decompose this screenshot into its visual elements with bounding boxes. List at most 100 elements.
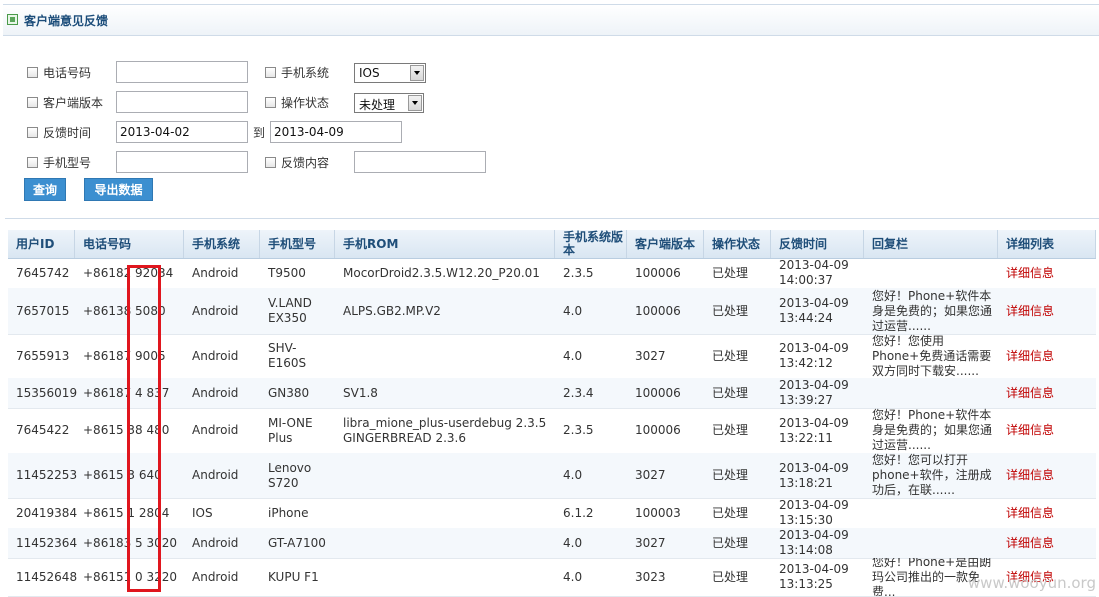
cell-model: MI-ONE Plus <box>268 415 313 445</box>
phone-input[interactable] <box>116 61 248 83</box>
status-checkbox[interactable] <box>265 97 276 108</box>
cell-user-id: 20419384 <box>16 505 78 520</box>
cell-client-version: 3027 <box>635 348 666 363</box>
content-checkbox[interactable] <box>265 157 276 168</box>
cell-client-version: 3027 <box>635 468 666 482</box>
cell-reply: 您好！Phone+软件本身是免费的；如果您通过运营...... <box>872 288 993 333</box>
cell-detail-link[interactable]: 详细信息 <box>998 378 1096 408</box>
cell-os-version: 4.0 <box>563 468 583 482</box>
feedback-time-label: 反馈时间 <box>43 126 92 140</box>
cell-user-id: 7657015 <box>16 303 70 318</box>
cell-feedback-time: 2013-04-09 13:18:21 <box>779 460 849 490</box>
cell-phone-number: +8615 1 2804 <box>83 505 170 520</box>
column-header-feedback-time: 反馈时间 <box>771 230 864 258</box>
table-row: 11452648 +86151 0 3220 Android KUPU F1 4.0 30… <box>8 558 1096 597</box>
cell-model: KUPU F1 <box>268 569 319 584</box>
cell-feedback-time: 2013-04-09 13:15:30 <box>779 498 849 527</box>
cell-detail-link[interactable]: 详细信息 <box>998 258 1096 288</box>
cell-os: Android <box>192 348 239 363</box>
cell-os: Android <box>192 423 239 437</box>
client-version-input[interactable] <box>116 91 248 113</box>
query-button[interactable]: 查询 <box>24 178 66 201</box>
date-to-label: 到 <box>253 126 266 140</box>
client-version-checkbox[interactable] <box>27 97 38 108</box>
cell-feedback-time: 2013-04-09 13:14:08 <box>779 528 849 557</box>
page-header: 客户端意见反馈 <box>3 4 1099 36</box>
cell-client-version: 100006 <box>635 303 681 318</box>
column-header-user-id: 用户ID <box>8 230 75 258</box>
cell-client-version: 100006 <box>635 423 681 437</box>
cell-reply <box>864 528 998 558</box>
cell-phone-number: +86151 0 3220 <box>83 569 178 584</box>
cell-detail-link[interactable]: 详细信息 <box>998 408 1096 453</box>
cell-rom: MocorDroid2.3.5.W12.20_P20.01 <box>343 265 540 280</box>
cell-client-version: 100006 <box>635 385 681 400</box>
cell-phone-number: +86187 9005 <box>83 348 166 363</box>
cell-status: 已处理 <box>712 535 749 550</box>
cell-model: iPhone <box>268 505 309 520</box>
content-input[interactable] <box>354 151 486 173</box>
cell-os: Android <box>192 569 239 584</box>
table-row: 7645422 +8615 38 480 Android MI-ONE Plus lib… <box>8 408 1096 454</box>
cell-os: IOS <box>192 505 213 520</box>
cell-client-version: 3027 <box>635 535 666 550</box>
cell-phone-number: +86182 92034 <box>83 265 174 280</box>
cell-detail-link[interactable]: 详细信息 <box>998 453 1096 498</box>
table-row: 7655913 +86187 9005 Android SHV-E160S 4.0 302… <box>8 334 1096 379</box>
os-select-value: IOS <box>359 66 380 80</box>
feedback-time-checkbox[interactable] <box>27 127 38 138</box>
column-header-phone-number: 电话号码 <box>75 230 184 258</box>
cell-model: GN380 <box>268 385 310 400</box>
date-to-input[interactable] <box>270 121 402 143</box>
cell-os-version: 2.3.5 <box>563 265 594 280</box>
cell-rom <box>335 528 555 558</box>
phone-checkbox[interactable] <box>27 67 38 78</box>
date-from-input[interactable] <box>116 121 248 143</box>
model-checkbox[interactable] <box>27 157 38 168</box>
cell-status: 已处理 <box>712 468 749 482</box>
page-title: 客户端意见反馈 <box>24 14 109 28</box>
column-header-status: 操作状态 <box>704 230 771 258</box>
table-row: 15356019 +86187 4 837 Android GN380 SV1.8 2.3… <box>8 378 1096 409</box>
cell-status: 已处理 <box>712 303 749 318</box>
cell-client-version: 3023 <box>635 569 666 584</box>
os-label: 手机系统 <box>281 66 330 80</box>
cell-user-id: 15356019 <box>16 385 78 400</box>
column-header-model: 手机型号 <box>260 230 335 258</box>
cell-os: Android <box>192 468 239 482</box>
cell-status: 已处理 <box>712 348 749 363</box>
cell-feedback-time: 2013-04-09 13:22:11 <box>779 415 849 445</box>
status-select[interactable]: 未处理 <box>354 93 424 113</box>
os-select[interactable]: IOS <box>354 63 426 83</box>
os-checkbox[interactable] <box>265 67 276 78</box>
cell-detail-link[interactable]: 详细信息 <box>998 528 1096 558</box>
cell-phone-number: +86183 5 3020 <box>83 535 178 550</box>
cell-reply: 您好！您使用Phone+免费通话需要双方同时下载安...... <box>872 334 992 378</box>
cell-client-version: 100006 <box>635 265 681 280</box>
chevron-down-icon[interactable] <box>408 95 422 111</box>
chevron-down-icon[interactable] <box>410 65 424 81</box>
cell-reply: 您好！您可以打开phone+软件，注册成功后，在联...... <box>872 453 992 497</box>
cell-status: 已处理 <box>712 569 749 584</box>
content-label: 反馈内容 <box>281 156 330 170</box>
cell-status: 已处理 <box>712 265 749 280</box>
cell-rom: ALPS.GB2.MP.V2 <box>343 303 441 318</box>
cell-model: T9500 <box>268 265 306 280</box>
cell-detail-link[interactable]: 详细信息 <box>998 288 1096 334</box>
cell-rom: SV1.8 <box>343 385 378 400</box>
model-input[interactable] <box>116 151 248 173</box>
table-row: 7645742 +86182 92034 Android T9500 MocorDroi… <box>8 258 1096 289</box>
cell-status: 已处理 <box>712 385 749 400</box>
cell-os-version: 4.0 <box>563 303 583 318</box>
export-button[interactable]: 导出数据 <box>84 178 153 201</box>
cell-detail-link[interactable]: 详细信息 <box>998 498 1096 528</box>
column-header-rom: 手机ROM <box>335 230 555 258</box>
cell-reply: 您好！Phone+软件本身是免费的；如果您通过运营...... <box>872 408 993 452</box>
cell-detail-link[interactable]: 详细信息 <box>998 334 1096 378</box>
filter-panel: 电话号码 手机系统 IOS 客户端版本 操作状态 未处理 反馈时间 到 手机型号… <box>5 35 1099 219</box>
column-header-os-version: 手机系统版本 <box>555 230 627 258</box>
cell-rom <box>335 334 555 378</box>
cell-os-version: 4.0 <box>563 569 583 584</box>
cell-os: Android <box>192 303 239 318</box>
cell-status: 已处理 <box>712 423 749 437</box>
